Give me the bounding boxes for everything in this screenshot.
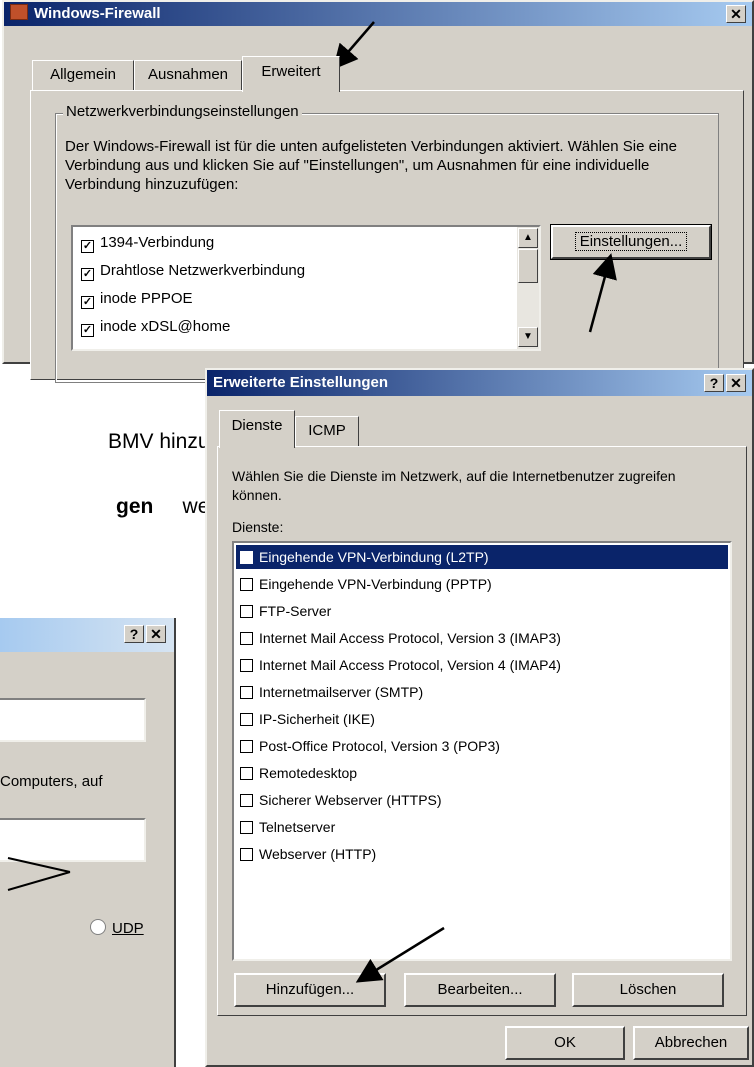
annotation-arrow-bottom — [355, 926, 445, 983]
